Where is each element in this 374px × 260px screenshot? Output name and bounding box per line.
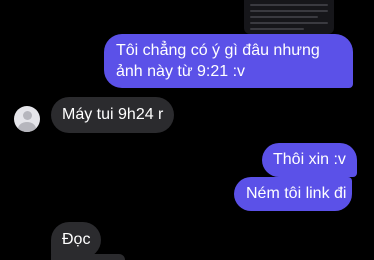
- image-text-line: [250, 16, 318, 18]
- outgoing-message-bubble[interactable]: Tôi chẳng có ý gì đâu nhưng ảnh này từ 9…: [104, 34, 353, 88]
- outgoing-message-bubble[interactable]: Thôi xin :v: [262, 143, 357, 177]
- outgoing-message-bubble[interactable]: Ném tôi link đi: [234, 177, 352, 211]
- image-text-line: [250, 10, 328, 12]
- default-user-avatar-icon[interactable]: [14, 106, 40, 132]
- image-text-line: [250, 4, 328, 6]
- incoming-message-bubble[interactable]: Máy tui 9h24 r: [51, 97, 175, 133]
- incoming-message-bubble-partial[interactable]: [51, 254, 125, 260]
- shared-image-attachment[interactable]: [244, 0, 334, 34]
- avatar-head-shape: [23, 111, 32, 120]
- image-text-line: [250, 28, 304, 30]
- image-text-line: [250, 22, 328, 24]
- avatar-shoulders-shape: [18, 122, 36, 132]
- incoming-message-bubble[interactable]: Đọc: [51, 222, 101, 258]
